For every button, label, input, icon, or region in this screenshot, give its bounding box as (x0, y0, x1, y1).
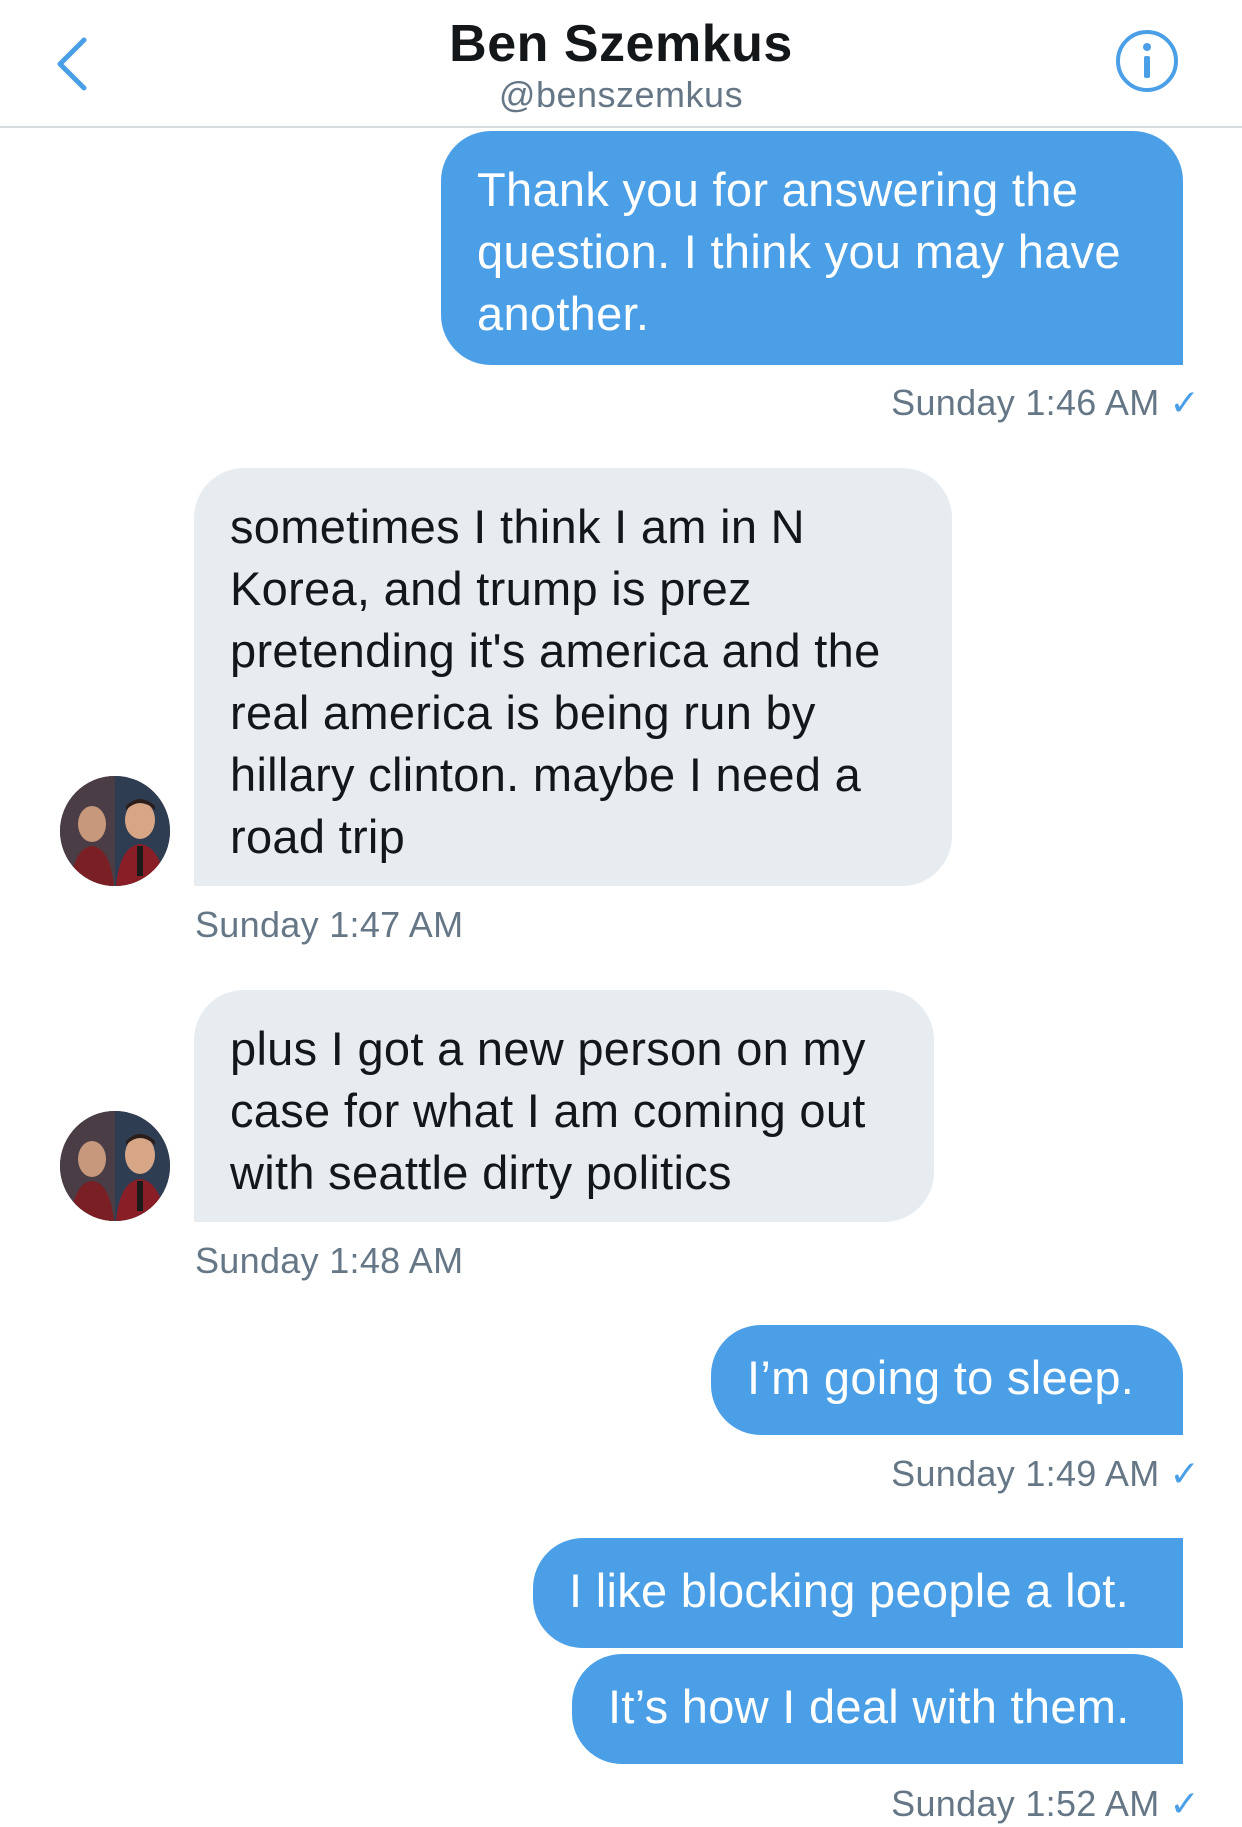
info-button[interactable] (1114, 28, 1180, 94)
message-timestamp: Sunday 1:52 AM ✓ (891, 1783, 1200, 1824)
contact-handle[interactable]: @benszemkus (0, 74, 1242, 116)
message-timestamp: Sunday 1:46 AM ✓ (891, 382, 1200, 423)
message-text: sometimes I think I am in N Korea, and t… (230, 500, 881, 863)
profile-photo (60, 776, 170, 886)
message-bubble-incoming[interactable]: plus I got a new person on my case for w… (194, 990, 934, 1222)
message-timestamp: Sunday 1:48 AM (195, 1240, 464, 1281)
message-text: Thank you for answering the question. I … (477, 163, 1121, 340)
message-bubble-outgoing[interactable]: It’s how I deal with them. (572, 1654, 1183, 1764)
message-text: plus I got a new person on my case for w… (230, 1022, 866, 1199)
message-bubble-outgoing[interactable]: Thank you for answering the question. I … (441, 131, 1183, 365)
message-timestamp: Sunday 1:49 AM ✓ (891, 1453, 1200, 1494)
read-check-icon: ✓ (1169, 1783, 1200, 1824)
contact-name[interactable]: Ben Szemkus (0, 14, 1242, 74)
message-bubble-incoming[interactable]: sometimes I think I am in N Korea, and t… (194, 468, 952, 886)
dm-conversation-screen: Ben Szemkus @benszemkus Thank you for an… (0, 0, 1242, 1827)
message-text: I’m going to sleep. (747, 1351, 1135, 1404)
avatar[interactable] (60, 1111, 170, 1221)
message-bubble-outgoing[interactable]: I like blocking people a lot. (533, 1538, 1183, 1648)
message-bubble-outgoing[interactable]: I’m going to sleep. (711, 1325, 1183, 1435)
read-check-icon: ✓ (1169, 1453, 1200, 1494)
message-timestamp: Sunday 1:47 AM (195, 904, 464, 945)
avatar[interactable] (60, 776, 170, 886)
conversation-header: Ben Szemkus @benszemkus (0, 0, 1242, 128)
info-circle-icon (1116, 30, 1178, 92)
message-text: It’s how I deal with them. (608, 1680, 1130, 1733)
profile-photo (60, 1111, 170, 1221)
read-check-icon: ✓ (1169, 382, 1200, 423)
message-text: I like blocking people a lot. (569, 1564, 1129, 1617)
